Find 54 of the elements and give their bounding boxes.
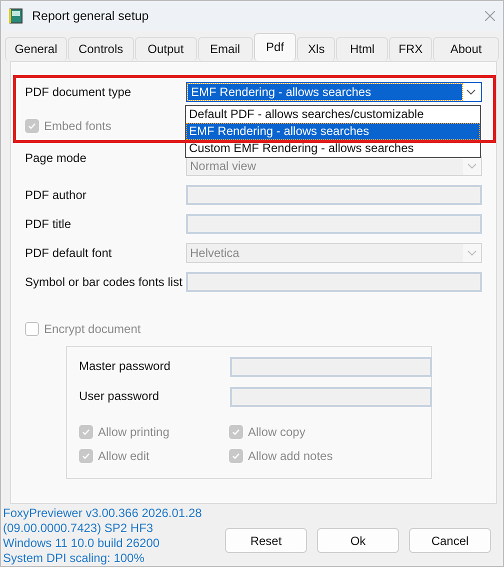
password-field[interactable] [230,356,432,377]
check-icon [231,450,241,461]
checkbox-label: Allow add notes [248,448,333,463]
input-field[interactable] [186,184,482,205]
version-info: System DPI scaling: 100% [3,551,146,566]
version-info: (09.00.0000.7423) SP2 HF3 [3,521,154,536]
dropdown-option[interactable]: Custom EMF Rendering - allows searches [186,140,480,157]
field-label: Page mode [25,150,88,167]
checkbox[interactable] [79,448,93,463]
dropdown-option[interactable]: Default PDF - allows searches/customizable [186,106,480,123]
dialog-button[interactable]: Ok [317,528,399,553]
checkbox[interactable] [79,424,93,439]
close-icon[interactable] [485,10,495,21]
field-label: PDF title [25,216,72,233]
tab[interactable]: FRX [389,36,432,61]
field-label: Symbol or bar codes fonts list [25,274,184,291]
dropdown-option[interactable]: EMF Rendering - allows searches [186,122,480,140]
tab[interactable]: Controls [68,36,134,61]
checkbox[interactable] [25,322,39,336]
checkbox-label: Allow printing [98,424,170,439]
tab[interactable]: About [433,36,499,61]
version-info: FoxyPreviewer v3.00.366 2026.01.28 [3,506,203,521]
field-label: PDF default font [25,244,113,262]
tab[interactable]: Output [134,36,197,61]
checkbox[interactable] [229,448,243,463]
tab[interactable]: Html [336,36,388,61]
checkbox-label: Encrypt document [44,322,141,336]
check-icon [81,426,91,437]
app-icon [9,8,23,24]
input-field[interactable] [186,272,482,292]
tab[interactable]: General [5,36,67,61]
document-type-dropdown[interactable]: EMF Rendering - allows searches [186,82,482,102]
field-label: PDF document type [25,84,132,101]
dialog-button[interactable]: Cancel [409,528,491,553]
window-title: Report general setup [32,8,150,23]
checkbox-label: Embed fonts [44,118,112,133]
check-icon [81,450,91,461]
version-info: Windows 11 10.0 build 26200 [3,536,161,551]
checkbox[interactable] [229,424,243,439]
input-field[interactable] [186,214,482,234]
field-label: User password [79,389,160,404]
field-label: PDF author [25,186,88,204]
check-icon [27,120,37,131]
password-field[interactable] [230,386,432,407]
checkbox[interactable] [25,118,39,133]
checkbox-label: Allow copy [248,424,306,439]
check-icon [231,426,241,437]
tab[interactable]: Email [198,36,252,61]
checkbox-label: Allow edit [98,448,150,463]
caret-icon [463,244,481,262]
tab[interactable]: Pdf [254,32,296,61]
dialog-button[interactable]: Reset [225,528,307,553]
field-label: Master password [79,359,172,374]
tab[interactable]: Xls [297,36,336,61]
